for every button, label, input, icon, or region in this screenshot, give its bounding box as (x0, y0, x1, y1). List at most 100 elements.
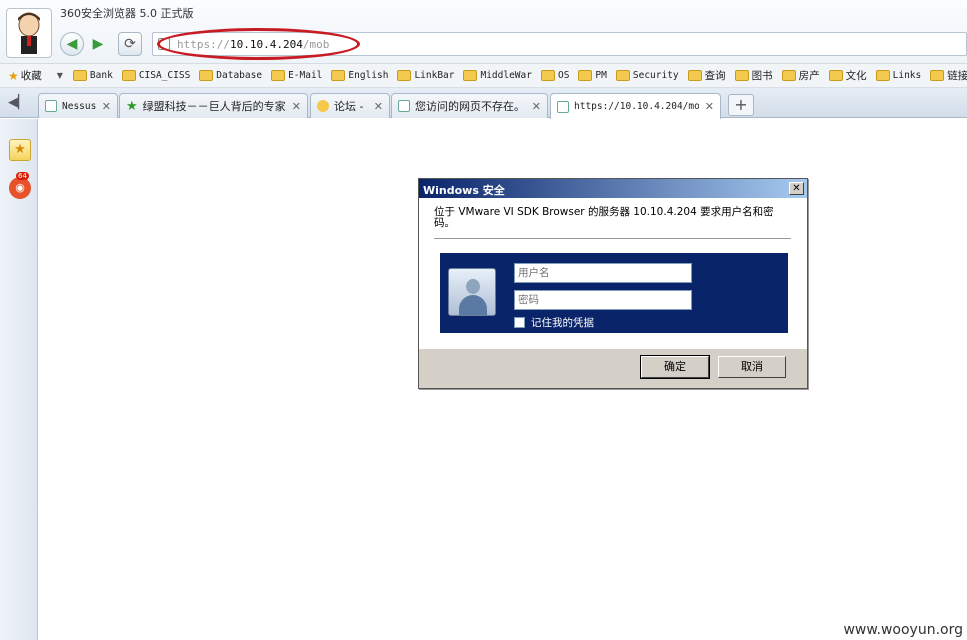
bookmark-folder[interactable]: PM (578, 70, 607, 81)
remember-checkbox[interactable] (514, 317, 525, 328)
bookmark-label: 查询 (704, 70, 726, 82)
dialog-body: 位于 VMware VI SDK Browser 的服务器 10.10.4.20… (419, 198, 807, 349)
cancel-button[interactable]: 取消 (718, 356, 786, 378)
reload-button[interactable]: ⟳ (118, 32, 142, 56)
bookmark-folder[interactable]: Links (875, 70, 922, 81)
page-icon (557, 100, 569, 113)
arrow-right-icon: ▶ (92, 36, 104, 52)
folder-icon (271, 70, 286, 81)
tab-not-found[interactable]: 您访问的网页不存在。 ✕ (391, 93, 548, 118)
tab-active-mob[interactable]: https://10.10.4.204/mob ✕ (550, 93, 721, 119)
bookmarks-bar: ★ 收藏 ▼ Bank CISA_CISS Database E-Mail En… (0, 64, 967, 88)
refresh-icon: ⟳ (124, 36, 136, 52)
bookmark-folder[interactable]: 文化 (828, 68, 867, 83)
bookmark-label: Database (216, 70, 263, 81)
bookmark-folder[interactable]: 查询 (687, 68, 726, 83)
user-icon (448, 268, 496, 316)
bookmark-label: CISA_CISS (138, 70, 191, 81)
dialog-footer: 确定 取消 (419, 349, 807, 389)
folder-icon (687, 70, 702, 81)
bookmark-label: 房产 (798, 70, 820, 82)
close-icon[interactable]: ✕ (102, 100, 111, 113)
forward-button[interactable]: ▶ (86, 32, 110, 56)
title-and-toolbar: 360安全浏览器 5.0 正式版 ◀ ▶ ⟳ https://10.10.4.2… (0, 0, 967, 64)
folder-icon (121, 70, 136, 81)
bookmark-label: Security (632, 70, 679, 81)
plus-icon: + (734, 95, 748, 114)
new-tab-button[interactable]: + (728, 94, 754, 116)
close-icon[interactable]: ✕ (374, 100, 383, 113)
bookmark-label: MiddleWar (480, 70, 532, 81)
left-sidebar: ★ ◉ 64 (0, 119, 38, 640)
dialog-close-button[interactable]: ✕ (789, 182, 804, 195)
bookmark-folder[interactable]: Database (199, 70, 262, 81)
page-icon (398, 100, 410, 112)
back-button[interactable]: ◀ (60, 32, 84, 56)
url-highlight-annotation (157, 28, 360, 60)
weibo-icon[interactable]: ◉ (9, 177, 31, 199)
remember-credentials[interactable]: 记住我的凭据 (514, 315, 594, 330)
bookmark-folder[interactable]: Bank (72, 70, 113, 81)
bookmark-folder[interactable]: Security (615, 70, 679, 81)
bookmark-label: Links (892, 70, 922, 81)
credential-tile: 记住我的凭据 (440, 253, 788, 333)
dialog-title: Windows 安全 (419, 179, 807, 198)
page-icon (45, 100, 57, 112)
folder-icon (463, 70, 478, 81)
bookmark-label: Bank (89, 70, 113, 81)
tab-nsfocus[interactable]: ★ 绿盟科技－－巨人背后的专家 ✕ (119, 93, 308, 118)
bookmark-label: 图书 (751, 70, 773, 82)
tab-title: Nessus (62, 100, 96, 112)
folder-icon (331, 70, 346, 81)
bookmark-folder[interactable]: 房产 (781, 68, 820, 83)
user-head-shape (466, 279, 480, 294)
close-icon[interactable]: ✕ (705, 100, 714, 113)
tab-title: https://10.10.4.204/mob (574, 101, 699, 112)
folder-icon (734, 70, 749, 81)
divider (434, 238, 791, 239)
sidebar-toggle-icon[interactable]: ◀▏ (8, 95, 28, 110)
remember-label: 记住我的凭据 (531, 317, 594, 329)
folder-icon (578, 70, 593, 81)
folder-icon (72, 70, 87, 81)
username-input[interactable] (514, 263, 692, 283)
notification-badge: 64 (16, 172, 29, 180)
favorites-icon[interactable]: ★ (9, 139, 31, 161)
dialog-message: 位于 VMware VI SDK Browser 的服务器 10.10.4.20… (434, 206, 774, 229)
password-input[interactable] (514, 290, 692, 310)
folder-icon (781, 70, 796, 81)
chevron-down-icon[interactable]: ▼ (57, 71, 63, 80)
tab-forum[interactable]: 论坛 - ✕ (310, 93, 390, 118)
folder-icon (828, 70, 843, 81)
bookmark-folder[interactable]: 图书 (734, 68, 773, 83)
folder-icon (930, 70, 945, 81)
bookmark-folder[interactable]: English (331, 70, 388, 81)
tab-bar: ◀▏ Nessus ✕ ★ 绿盟科技－－巨人背后的专家 ✕ 论坛 - ✕ 您访问… (0, 88, 967, 119)
arrow-left-icon: ◀ (66, 36, 78, 52)
tab-nessus[interactable]: Nessus ✕ (38, 93, 118, 118)
favorites-menu[interactable]: 收藏 (21, 68, 42, 83)
bookmark-folder[interactable]: MiddleWar (463, 70, 532, 81)
close-icon[interactable]: ✕ (532, 100, 541, 113)
close-icon[interactable]: ✕ (292, 100, 301, 113)
bookmark-folder[interactable]: CISA_CISS (121, 70, 191, 81)
bookmark-label: PM (595, 70, 607, 81)
ok-button[interactable]: 确定 (640, 355, 710, 379)
windows-security-dialog: Windows 安全 ✕ 位于 VMware VI SDK Browser 的服… (418, 178, 808, 389)
browser-logo-avatar[interactable] (6, 8, 52, 58)
folder-icon (540, 70, 555, 81)
bookmark-folder[interactable]: OS (540, 70, 569, 81)
folder-icon (397, 70, 412, 81)
bookmark-label: 文化 (845, 70, 867, 82)
bookmark-folder[interactable]: 链接 (930, 68, 967, 83)
bookmark-label: English (348, 70, 389, 81)
tab-title: 绿盟科技－－巨人背后的专家 (142, 100, 286, 113)
star-icon: ★ (126, 98, 138, 114)
avatar-icon (18, 12, 40, 54)
forum-icon (317, 100, 329, 112)
folder-icon (615, 70, 630, 81)
user-body-shape (459, 295, 487, 315)
folder-icon (875, 70, 890, 81)
bookmark-folder[interactable]: E-Mail (271, 70, 322, 81)
bookmark-folder[interactable]: LinkBar (397, 70, 454, 81)
